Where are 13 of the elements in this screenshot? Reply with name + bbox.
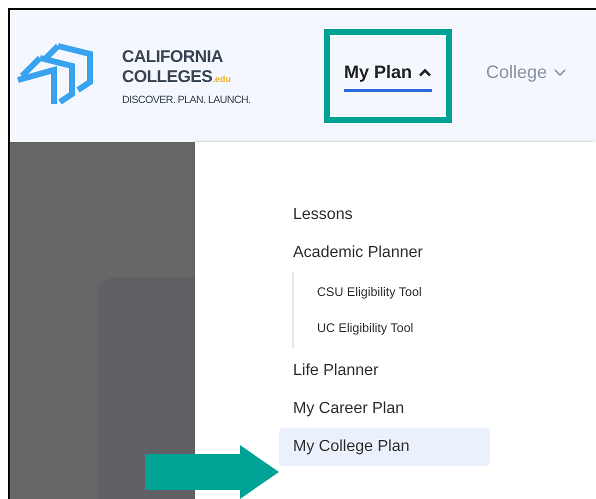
- menu-item[interactable]: Academic Planner: [279, 234, 437, 272]
- logo-tagline: DISCOVER. PLAN. LAUNCH.: [122, 94, 251, 106]
- logo-name: CALIFORNIA: [122, 46, 224, 66]
- logo-name: COLLEGES.edu: [122, 66, 232, 88]
- nav-tab[interactable]: My Plan: [344, 60, 432, 92]
- menu-item[interactable]: My Career Plan: [279, 390, 418, 428]
- menu-item[interactable]: Lessons: [279, 196, 367, 234]
- menu-item[interactable]: Life Planner: [279, 352, 392, 390]
- submenu-item[interactable]: UC Eligibility Tool: [294, 310, 422, 346]
- chevron-icon: [418, 68, 432, 77]
- submenu-item[interactable]: CSU Eligibility Tool: [294, 274, 422, 310]
- chevron-icon: [553, 68, 568, 77]
- menu-item[interactable]: My College Plan: [279, 428, 490, 466]
